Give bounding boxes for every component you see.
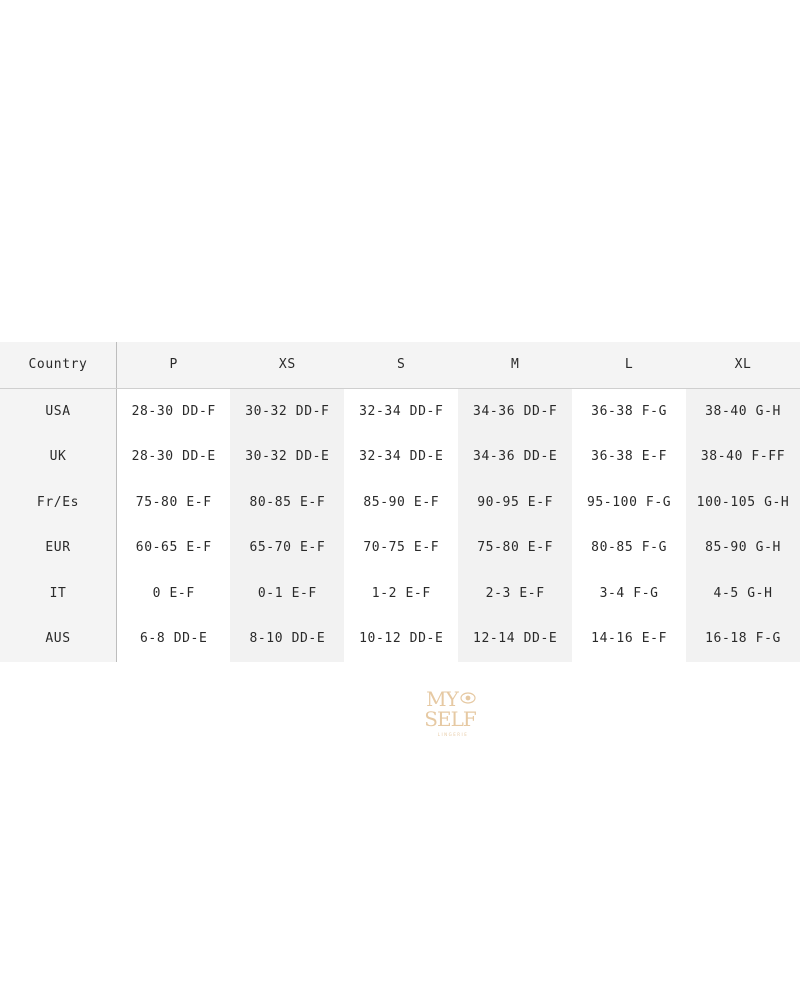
size-cell: 80-85 F-G <box>572 525 687 571</box>
size-cell: 95-100 F-G <box>572 479 687 525</box>
size-cell: 10-12 DD-E <box>344 616 459 662</box>
size-cell: 90-95 E-F <box>458 479 573 525</box>
country-column-header: Country <box>0 342 117 389</box>
logo-tagline: LINGERIE <box>438 732 469 737</box>
country-cell: USA <box>0 388 117 434</box>
size-header-m: M <box>458 342 573 389</box>
country-cell: EUR <box>0 525 117 571</box>
size-cell: 75-80 E-F <box>116 479 231 525</box>
size-cell: 28-30 DD-F <box>116 388 231 434</box>
size-header-p: P <box>116 342 231 389</box>
size-cell: 4-5 G-H <box>686 570 800 616</box>
size-cell: 85-90 G-H <box>686 525 800 571</box>
table-row: Fr/Es 75-80 E-F 80-85 E-F 85-90 E-F 90-9… <box>0 479 800 525</box>
size-header-xs: XS <box>230 342 345 389</box>
size-cell: 2-3 E-F <box>458 570 573 616</box>
size-cell: 1-2 E-F <box>344 570 459 616</box>
size-cell: 30-32 DD-E <box>230 434 345 480</box>
table-row: EUR 60-65 E-F 65-70 E-F 70-75 E-F 75-80 … <box>0 525 800 571</box>
size-cell: 3-4 F-G <box>572 570 687 616</box>
size-cell: 6-8 DD-E <box>116 616 231 662</box>
size-header-l: L <box>572 342 687 389</box>
size-cell: 36-38 E-F <box>572 434 687 480</box>
size-cell: 70-75 E-F <box>344 525 459 571</box>
eye-icon <box>460 692 476 704</box>
country-cell: AUS <box>0 616 117 662</box>
size-header-s: S <box>344 342 459 389</box>
country-cell: Fr/Es <box>0 479 117 525</box>
table-row: AUS 6-8 DD-E 8-10 DD-E 10-12 DD-E 12-14 … <box>0 616 800 662</box>
size-cell: 100-105 G-H <box>686 479 800 525</box>
size-cell: 30-32 DD-F <box>230 388 345 434</box>
brand-logo: MY SELF LINGERIE <box>424 687 478 737</box>
size-cell: 75-80 E-F <box>458 525 573 571</box>
logo-text-line2: SELF <box>424 707 477 731</box>
size-cell: 32-34 DD-E <box>344 434 459 480</box>
country-cell: IT <box>0 570 117 616</box>
size-cell: 14-16 E-F <box>572 616 687 662</box>
size-cell: 8-10 DD-E <box>230 616 345 662</box>
size-cell: 0-1 E-F <box>230 570 345 616</box>
size-cell: 0 E-F <box>116 570 231 616</box>
size-cell: 16-18 F-G <box>686 616 800 662</box>
size-cell: 34-36 DD-E <box>458 434 573 480</box>
size-chart-table: Country P XS S M L XL USA 28-30 DD-F 30-… <box>0 342 800 662</box>
size-cell: 80-85 E-F <box>230 479 345 525</box>
size-header-row: Country P XS S M L XL <box>0 342 800 389</box>
size-cell: 85-90 E-F <box>344 479 459 525</box>
size-cell: 38-40 F-FF <box>686 434 800 480</box>
size-cell: 60-65 E-F <box>116 525 231 571</box>
size-cell: 38-40 G-H <box>686 388 800 434</box>
size-cell: 34-36 DD-F <box>458 388 573 434</box>
size-cell: 65-70 E-F <box>230 525 345 571</box>
size-cell: 32-34 DD-F <box>344 388 459 434</box>
table-row: UK 28-30 DD-E 30-32 DD-E 32-34 DD-E 34-3… <box>0 434 800 480</box>
size-cell: 12-14 DD-E <box>458 616 573 662</box>
table-row: USA 28-30 DD-F 30-32 DD-F 32-34 DD-F 34-… <box>0 388 800 434</box>
size-cell: 36-38 F-G <box>572 388 687 434</box>
size-header-xl: XL <box>686 342 800 389</box>
country-cell: UK <box>0 434 117 480</box>
table-row: IT 0 E-F 0-1 E-F 1-2 E-F 2-3 E-F 3-4 F-G… <box>0 570 800 616</box>
size-cell: 28-30 DD-E <box>116 434 231 480</box>
